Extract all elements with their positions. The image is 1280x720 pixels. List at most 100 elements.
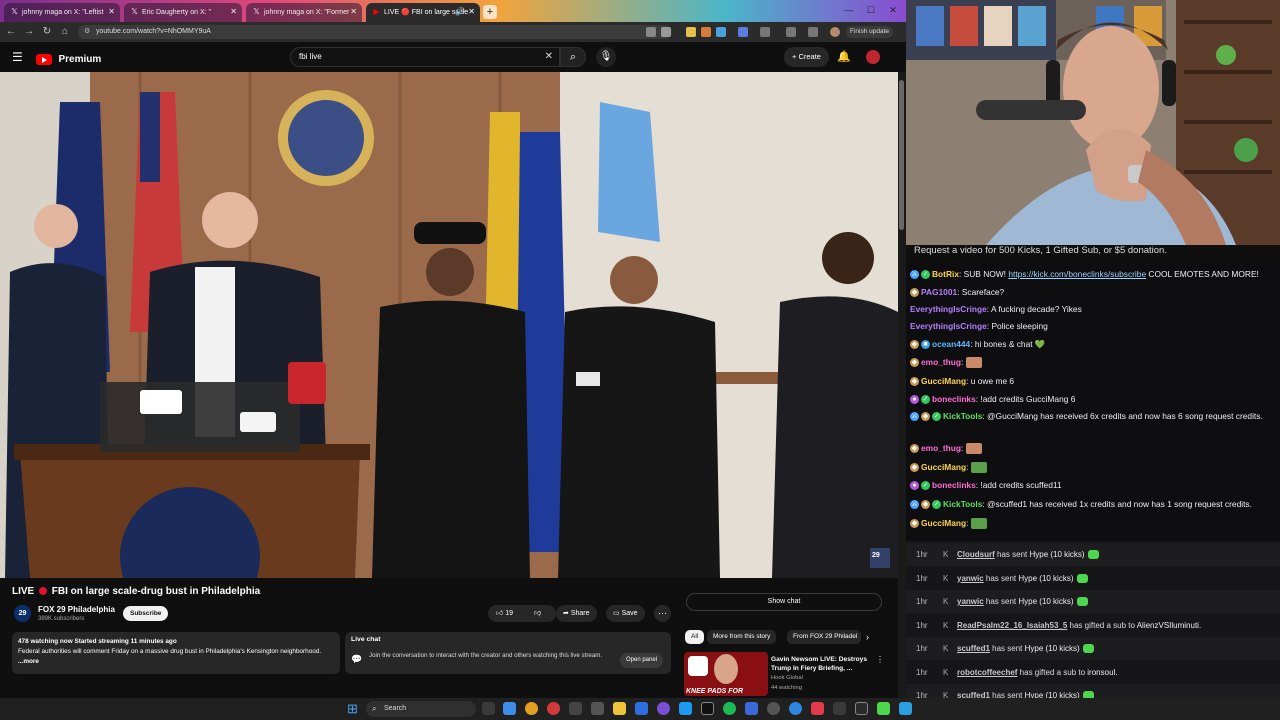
chat-username[interactable]: ocean444 — [932, 339, 970, 349]
more-vertical-icon[interactable]: ⋮ — [876, 655, 884, 664]
site-info-icon[interactable]: ⚙ — [84, 25, 90, 39]
window-close-icon[interactable]: ✕ — [882, 3, 904, 17]
notifications-bell-icon[interactable]: 🔔 — [837, 50, 851, 64]
app-icon-10[interactable] — [833, 702, 846, 715]
subscribe-button[interactable]: Subscribe — [123, 606, 169, 621]
chat-username[interactable]: KickTools — [943, 499, 982, 509]
chat-username[interactable]: boneclinks — [932, 480, 976, 490]
tab-3[interactable]: 𝕏 johnny maga on X: "Former ✕ — [246, 3, 362, 22]
sidebar-icon[interactable] — [786, 27, 796, 37]
hamburger-menu-icon[interactable]: ☰ — [12, 51, 24, 63]
page-scrollbar-thumb[interactable] — [899, 80, 904, 230]
close-icon[interactable]: ✕ — [468, 4, 475, 19]
recommended-thumbnail[interactable]: KNEE PADS FOR — [684, 652, 768, 696]
create-button[interactable]: + Create — [784, 47, 829, 67]
speaker-icon[interactable]: 🔊 — [455, 4, 465, 19]
chip-from-fox29[interactable]: From FOX 29 Philadel — [787, 630, 861, 644]
app-icon-1[interactable] — [569, 702, 582, 715]
description-box[interactable]: 478 watching now Started streaming 11 mi… — [12, 632, 340, 674]
chat-username[interactable]: GucciMang — [921, 462, 966, 472]
back-icon[interactable]: ← — [4, 25, 18, 39]
app-icon-2[interactable] — [591, 702, 604, 715]
finish-update-button[interactable]: Finish update — [846, 26, 894, 38]
app-icon-11[interactable] — [855, 702, 868, 715]
extension-4-icon[interactable] — [738, 27, 748, 37]
recommended-title[interactable]: Gavin Newsom LIVE: Destroys Trump In Fie… — [771, 655, 871, 673]
like-button[interactable]: 👍︎ 19 — [496, 605, 513, 622]
taskbar-search[interactable]: ⌕ Search — [366, 701, 476, 717]
clear-search-icon[interactable]: ✕ — [545, 48, 553, 66]
chat-username[interactable]: BotRix — [932, 269, 959, 279]
minimize-icon[interactable]: — — [838, 3, 860, 17]
chip-more-from-story[interactable]: More from this story — [707, 630, 777, 644]
app-icon-9[interactable] — [811, 702, 824, 715]
open-panel-button[interactable]: Open panel — [620, 653, 664, 668]
event-username[interactable]: yanwic — [957, 597, 984, 606]
task-view-icon[interactable] — [482, 702, 495, 715]
event-username[interactable]: scuffed1 — [957, 644, 990, 653]
event-username[interactable]: Cloudsurf — [957, 550, 995, 559]
description-more-link[interactable]: ...more — [18, 658, 39, 665]
chrome-icon[interactable] — [525, 702, 538, 715]
chat-username[interactable]: GucciMang — [921, 376, 966, 386]
microphone-icon[interactable]: 🎙 — [596, 47, 616, 67]
close-icon[interactable]: ✕ — [108, 4, 115, 19]
chat-username[interactable]: EverythingIsCringe — [910, 304, 987, 314]
new-tab-button[interactable]: + — [483, 5, 497, 19]
download-icon[interactable] — [808, 27, 818, 37]
event-username[interactable]: yanwic — [957, 574, 984, 583]
app-icon-5[interactable] — [701, 702, 714, 715]
home-icon[interactable]: ⌂ — [58, 25, 72, 39]
search-icon[interactable]: ⌕ — [560, 47, 586, 67]
extension-1-icon[interactable] — [686, 27, 696, 37]
extension-2-icon[interactable] — [701, 27, 711, 37]
dislike-button[interactable]: 👎︎ — [534, 605, 541, 622]
address-bar[interactable]: ⚙ youtube.com/watch?v=NhOMMY9uA — [78, 25, 672, 39]
more-actions-icon[interactable]: ⋯ — [654, 605, 671, 622]
event-username[interactable]: ReadPsalm22_16_Isaiah53_5 — [957, 621, 1067, 630]
extensions-puzzle-icon[interactable] — [760, 27, 770, 37]
chat-username[interactable]: EverythingIsCringe — [910, 321, 987, 331]
bookmark-star-icon[interactable] — [661, 27, 671, 37]
save-button[interactable]: ▭ Save — [606, 605, 645, 622]
maximize-icon[interactable]: ☐ — [860, 3, 882, 17]
close-icon[interactable]: ✕ — [350, 4, 357, 19]
chrome-profile-icon[interactable] — [547, 702, 560, 715]
kick-icon[interactable] — [877, 702, 890, 715]
reload-icon[interactable]: ↻ — [40, 25, 54, 39]
app-icon-6[interactable] — [745, 702, 758, 715]
chat-username[interactable]: boneclinks — [932, 394, 976, 404]
app-icon-8[interactable] — [789, 702, 802, 715]
chat-username[interactable]: emo_thug — [921, 357, 961, 367]
windows-start-icon[interactable]: ⊞ — [347, 702, 360, 715]
forward-icon[interactable]: → — [22, 25, 36, 39]
tab-4-active[interactable]: ▶ LIVE 🔴 FBI on large scale 🔊 ✕ — [366, 3, 480, 22]
app-icon-3[interactable] — [635, 702, 648, 715]
chip-all[interactable]: All — [685, 630, 705, 644]
app-icon-4[interactable] — [679, 702, 692, 715]
youtube-logo[interactable]: Premium — [36, 51, 101, 66]
copilot-icon[interactable] — [503, 702, 516, 715]
chat-link[interactable]: https://kick.com/boneclinks/subscribe — [1008, 269, 1146, 279]
install-icon[interactable] — [646, 27, 656, 37]
account-avatar[interactable] — [866, 50, 880, 64]
event-username[interactable]: robotcoffeechef — [957, 668, 1017, 677]
recommended-channel[interactable]: Hook Global — [771, 675, 803, 681]
obs-icon[interactable] — [657, 702, 670, 715]
video-player[interactable]: 29 — [0, 72, 898, 578]
chat-username[interactable]: emo_thug — [921, 443, 961, 453]
channel-avatar[interactable]: 29 — [14, 605, 31, 622]
search-input[interactable]: fbi live ✕ — [290, 47, 560, 67]
chevron-right-icon[interactable]: › — [866, 630, 869, 644]
spotify-icon[interactable] — [723, 702, 736, 715]
chat-username[interactable]: KickTools — [943, 411, 982, 421]
profile-avatar[interactable] — [830, 27, 840, 37]
close-icon[interactable]: ✕ — [230, 4, 237, 19]
share-button[interactable]: ➦ Share — [556, 605, 597, 622]
tab-2[interactable]: 𝕏 Eric Daugherty on X: " ✕ — [124, 3, 242, 22]
app-icon-12[interactable] — [899, 702, 912, 715]
chat-username[interactable]: PAG1001 — [921, 287, 957, 297]
tab-1[interactable]: 𝕏 johnny maga on X: "Leftist ✕ — [4, 3, 120, 22]
app-icon-7[interactable] — [767, 702, 780, 715]
show-chat-button[interactable]: Show chat — [686, 593, 882, 611]
